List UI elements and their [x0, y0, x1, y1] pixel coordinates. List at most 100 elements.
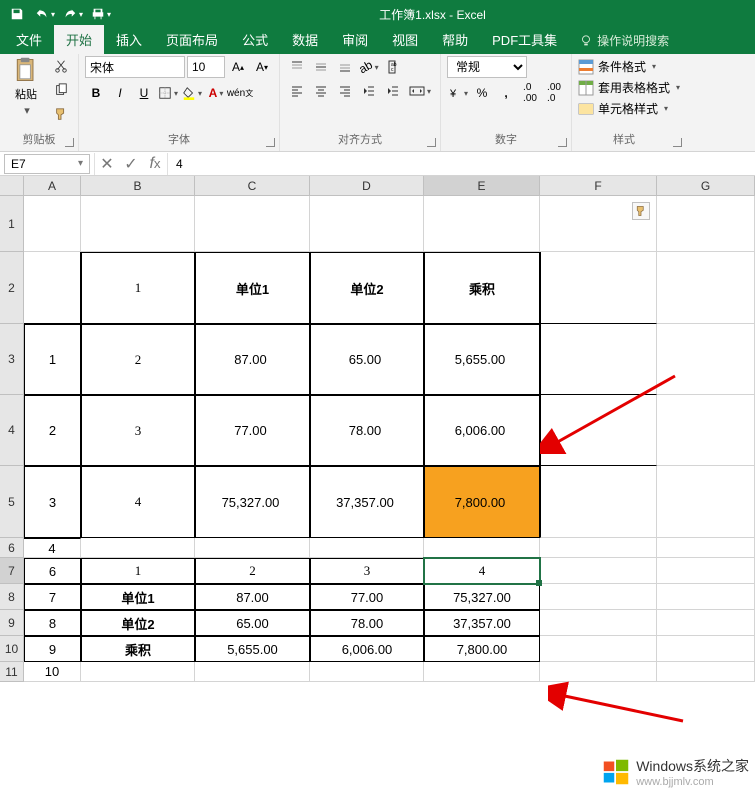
align-middle-button[interactable]: [310, 56, 332, 78]
cell-A8[interactable]: 7: [24, 584, 81, 610]
cell-E3[interactable]: 5,655.00: [424, 324, 540, 395]
cell-G5[interactable]: [657, 466, 755, 538]
cell-G2[interactable]: [657, 252, 755, 324]
align-right-button[interactable]: [334, 80, 356, 102]
accounting-format-button[interactable]: ¥▾: [447, 82, 469, 104]
cell-E10[interactable]: 7,800.00: [424, 636, 540, 662]
cell-F4[interactable]: [540, 395, 657, 466]
cell-B3[interactable]: 2: [81, 324, 195, 395]
cell-A4[interactable]: 2: [24, 395, 81, 466]
name-box[interactable]: E7▾: [4, 154, 90, 174]
tab-insert[interactable]: 插入: [104, 25, 154, 54]
copy-button[interactable]: [50, 80, 72, 100]
row-header-6[interactable]: 6: [0, 538, 24, 558]
cell-A9[interactable]: 8: [24, 610, 81, 636]
fill-handle[interactable]: [536, 580, 542, 586]
row-header-1[interactable]: 1: [0, 196, 24, 252]
cell-C7[interactable]: 2: [195, 558, 310, 584]
font-color-button[interactable]: A▾: [205, 82, 227, 104]
cell-G1[interactable]: [657, 196, 755, 252]
fill-color-button[interactable]: ▾: [181, 82, 203, 104]
bold-button[interactable]: B: [85, 82, 107, 104]
cell-C8[interactable]: 87.00: [195, 584, 310, 610]
tab-page-layout[interactable]: 页面布局: [154, 25, 230, 54]
format-painter-button[interactable]: [50, 104, 72, 124]
cell-F3[interactable]: [540, 324, 657, 395]
font-size-combo[interactable]: [187, 56, 225, 78]
cell-B11[interactable]: [81, 662, 195, 682]
cell-E4[interactable]: 6,006.00: [424, 395, 540, 466]
cell-F11[interactable]: [540, 662, 657, 682]
row-header-8[interactable]: 8: [0, 584, 24, 610]
underline-button[interactable]: U: [133, 82, 155, 104]
paste-button[interactable]: 粘贴 ▾: [6, 56, 46, 117]
cut-button[interactable]: [50, 56, 72, 76]
cell-E6[interactable]: [424, 538, 540, 558]
cell-B6[interactable]: [81, 538, 195, 558]
tab-data[interactable]: 数据: [280, 25, 330, 54]
cell-C10[interactable]: 5,655.00: [195, 636, 310, 662]
cell-F2[interactable]: [540, 252, 657, 324]
number-format-combo[interactable]: 常规: [447, 56, 527, 78]
cell-C6[interactable]: [195, 538, 310, 558]
col-header-C[interactable]: C: [195, 176, 310, 196]
cell-C4[interactable]: 77.00: [195, 395, 310, 466]
format-as-table-button[interactable]: 套用表格格式▾: [578, 77, 680, 98]
cell-B8[interactable]: 单位1: [81, 584, 195, 610]
tab-formulas[interactable]: 公式: [230, 25, 280, 54]
row-header-3[interactable]: 3: [0, 324, 24, 395]
cell-G10[interactable]: [657, 636, 755, 662]
align-left-button[interactable]: [286, 80, 308, 102]
cell-B2[interactable]: 1: [81, 252, 195, 324]
row-header-2[interactable]: 2: [0, 252, 24, 324]
cell-E7[interactable]: 4: [424, 558, 540, 584]
cell-D1[interactable]: [310, 196, 424, 252]
cell-D9[interactable]: 78.00: [310, 610, 424, 636]
cell-G7[interactable]: [657, 558, 755, 584]
cell-C9[interactable]: 65.00: [195, 610, 310, 636]
print-preview-button[interactable]: ▾: [88, 2, 114, 26]
col-header-A[interactable]: A: [24, 176, 81, 196]
decrease-indent-button[interactable]: [358, 80, 380, 102]
col-header-B[interactable]: B: [81, 176, 195, 196]
increase-indent-button[interactable]: [382, 80, 404, 102]
align-top-button[interactable]: [286, 56, 308, 78]
cell-D3[interactable]: 65.00: [310, 324, 424, 395]
tab-home[interactable]: 开始: [54, 25, 104, 54]
cell-G11[interactable]: [657, 662, 755, 682]
col-header-G[interactable]: G: [657, 176, 755, 196]
cell-B7[interactable]: 1: [81, 558, 195, 584]
cell-E5[interactable]: 7,800.00: [424, 466, 540, 538]
cell-E1[interactable]: [424, 196, 540, 252]
phonetic-guide-button[interactable]: wén文: [229, 82, 251, 104]
cell-D8[interactable]: 77.00: [310, 584, 424, 610]
cell-D5[interactable]: 37,357.00: [310, 466, 424, 538]
row-header-9[interactable]: 9: [0, 610, 24, 636]
undo-button[interactable]: ▾: [32, 2, 58, 26]
italic-button[interactable]: I: [109, 82, 131, 104]
cell-E2[interactable]: 乘积: [424, 252, 540, 324]
cell-G8[interactable]: [657, 584, 755, 610]
cell-E11[interactable]: [424, 662, 540, 682]
cell-F5[interactable]: [540, 466, 657, 538]
cell-C5[interactable]: 75,327.00: [195, 466, 310, 538]
align-center-button[interactable]: [310, 80, 332, 102]
cell-D2[interactable]: 单位2: [310, 252, 424, 324]
cell-G6[interactable]: [657, 538, 755, 558]
cell-F6[interactable]: [540, 538, 657, 558]
col-header-F[interactable]: F: [540, 176, 657, 196]
cell-D7[interactable]: 3: [310, 558, 424, 584]
decrease-decimal-button[interactable]: .00.0: [543, 82, 565, 104]
row-header-4[interactable]: 4: [0, 395, 24, 466]
cell-A5[interactable]: 3: [24, 466, 81, 538]
col-header-E[interactable]: E: [424, 176, 540, 196]
increase-font-button[interactable]: A▴: [227, 56, 249, 78]
cell-F10[interactable]: [540, 636, 657, 662]
cell-A6[interactable]: 4: [24, 538, 81, 558]
cell-C2[interactable]: 单位1: [195, 252, 310, 324]
tell-me-search[interactable]: 操作说明搜索: [569, 27, 679, 54]
percent-button[interactable]: %: [471, 82, 493, 104]
cell-G3[interactable]: [657, 324, 755, 395]
cell-A1[interactable]: [24, 196, 81, 252]
cell-F8[interactable]: [540, 584, 657, 610]
